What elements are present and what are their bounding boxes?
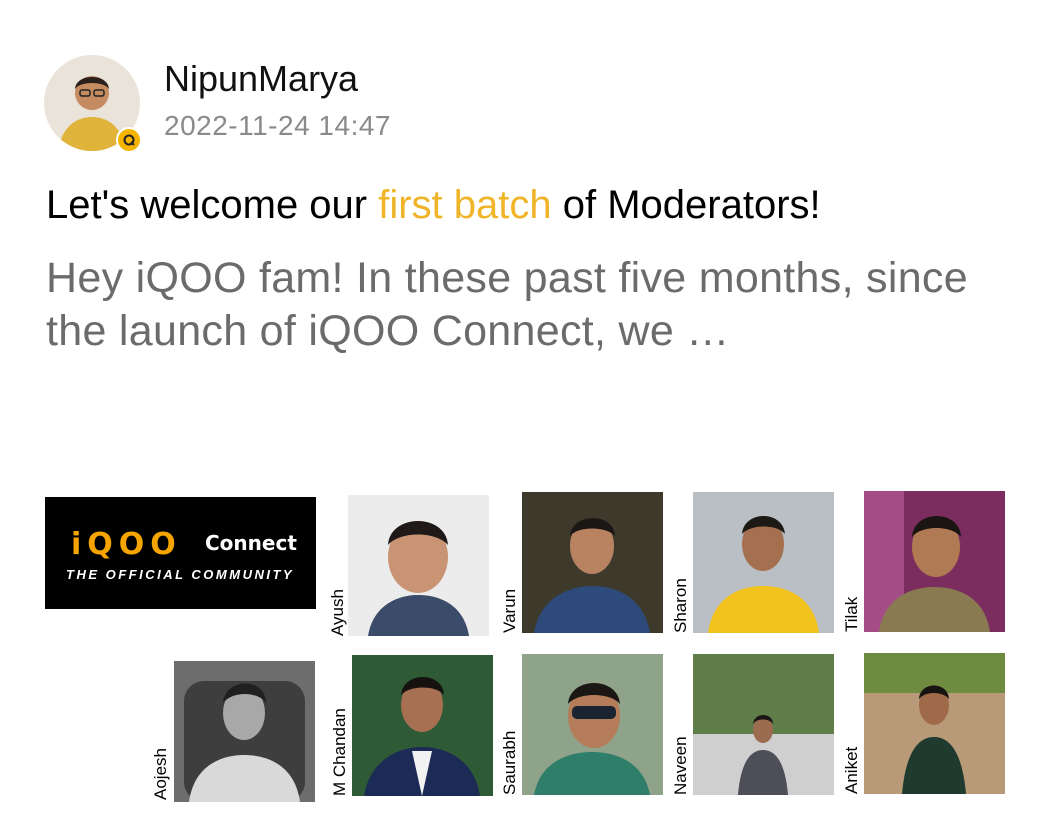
logo-tagline: THE OFFICIAL COMMUNITY bbox=[66, 567, 295, 582]
moderator-name: Naveen bbox=[671, 736, 690, 795]
moderator-name: Ayush bbox=[328, 589, 347, 636]
moderator-photo-naveen bbox=[693, 654, 834, 795]
author-avatar[interactable] bbox=[44, 55, 142, 153]
post-title[interactable]: Let's welcome our first batch of Moderat… bbox=[46, 183, 821, 228]
title-text-before: Let's welcome our bbox=[46, 183, 379, 227]
title-highlight: first batch bbox=[378, 183, 552, 227]
moderator-photo-m-chandan bbox=[352, 655, 493, 796]
logo-connect: Connect bbox=[205, 531, 297, 555]
moderator-name: Tilak bbox=[842, 596, 861, 632]
post-timestamp: 2022-11-24 14:47 bbox=[164, 110, 391, 141]
moderator-photo-aojesh bbox=[174, 661, 315, 802]
moderator-name: Varun bbox=[500, 588, 519, 633]
moderator-photo-aniket bbox=[864, 653, 1005, 794]
moderator-photo-varun bbox=[522, 492, 663, 633]
author-name[interactable]: NipunMarya bbox=[164, 58, 358, 100]
moderator-photo-tilak bbox=[864, 491, 1005, 632]
logo-brand: iQOO bbox=[71, 527, 182, 562]
post-excerpt[interactable]: Hey iQOO fam! In these past five months,… bbox=[46, 252, 1006, 358]
moderator-name: M Chandan bbox=[330, 708, 349, 796]
verified-badge-icon bbox=[116, 127, 142, 153]
moderator-photo-sharon bbox=[693, 492, 834, 633]
moderator-name: Aojesh bbox=[151, 748, 170, 800]
title-text-after: of Moderators! bbox=[551, 183, 821, 227]
iqoo-connect-logo: iQOO Connect THE OFFICIAL COMMUNITY bbox=[45, 497, 316, 609]
moderator-photo-ayush bbox=[348, 495, 489, 636]
moderator-photo-saurabh bbox=[522, 654, 663, 795]
moderator-name: Sharon bbox=[671, 578, 690, 633]
moderator-name: Aniket bbox=[842, 746, 861, 794]
moderator-name: Saurabh bbox=[500, 730, 519, 795]
